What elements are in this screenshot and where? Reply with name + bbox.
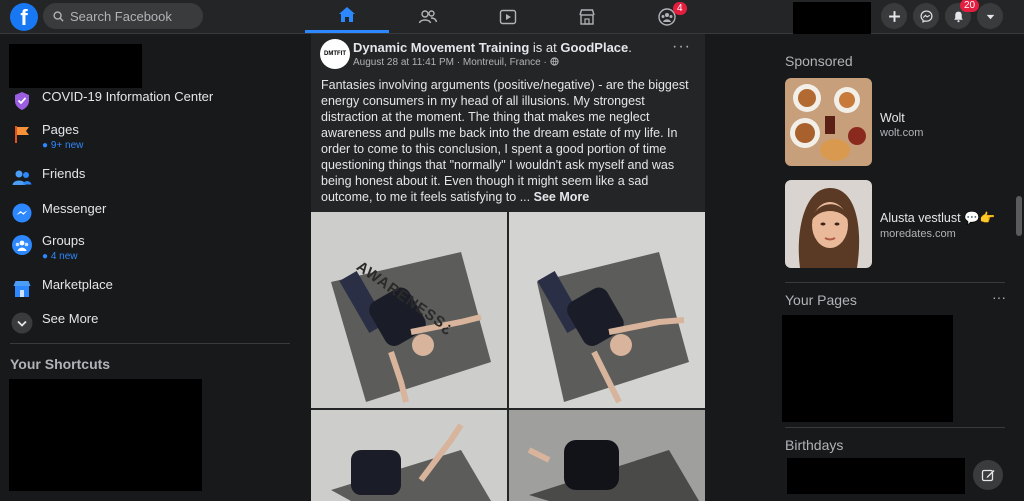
ad-image-wolt[interactable] <box>785 78 872 166</box>
left-divider <box>10 343 290 344</box>
feed-post: DMTFIT Dynamic Movement Training is at G… <box>311 34 705 501</box>
post-text: Fantasies involving arguments (positive/… <box>321 77 701 205</box>
new-count-text: 4 new <box>50 251 78 262</box>
post-author-avatar[interactable]: DMTFIT <box>320 39 350 69</box>
redacted-profile <box>793 2 871 34</box>
new-message-button[interactable] <box>973 460 1003 490</box>
redacted-birthdays <box>787 458 965 494</box>
covid-shield-icon <box>10 89 34 113</box>
tab-friends[interactable] <box>386 0 470 33</box>
notifications-button[interactable]: 20 <box>945 0 980 29</box>
post-photo-1[interactable]: AWARENESS¿ <box>311 212 507 408</box>
post-is-at: is at <box>532 40 557 55</box>
account-menu-button[interactable] <box>977 3 1003 29</box>
messenger-button[interactable] <box>913 3 939 29</box>
new-count-text: 9+ new <box>50 140 84 151</box>
friends-icon <box>418 9 438 23</box>
sidebar-item-label: COVID-19 Information Center <box>42 89 214 104</box>
person-lying-photo <box>311 410 507 501</box>
search-box[interactable] <box>43 3 203 29</box>
ad-url-wolt[interactable]: wolt.com <box>880 127 923 139</box>
person-lying-photo <box>509 410 705 501</box>
sidebar-item-label: Groups <box>42 233 85 248</box>
post-header: Dynamic Movement Training is at GoodPlac… <box>353 40 632 55</box>
search-icon <box>53 10 64 22</box>
post-photo-4[interactable] <box>509 410 705 501</box>
compose-icon <box>981 469 995 482</box>
tab-watch[interactable] <box>466 0 550 33</box>
sidebar-item-label: Marketplace <box>42 277 113 292</box>
post-photo-2[interactable] <box>509 212 705 408</box>
your-pages-title: Your Pages <box>785 292 857 308</box>
shortcuts-title: Your Shortcuts <box>10 356 111 372</box>
sidebar-item-see-more[interactable]: See More <box>10 311 98 335</box>
post-photo-3[interactable] <box>311 410 507 501</box>
messenger-icon <box>919 9 933 23</box>
post-author-name[interactable]: Dynamic Movement Training <box>353 40 529 55</box>
bell-icon <box>953 11 963 22</box>
create-button[interactable] <box>881 3 907 29</box>
post-period: . <box>628 40 632 55</box>
globe-icon <box>549 57 559 66</box>
person-lying-photo <box>509 212 705 408</box>
sidebar-item-marketplace[interactable]: Marketplace <box>10 277 113 301</box>
redacted-your-pages <box>782 315 953 422</box>
right-divider-2 <box>785 427 1005 428</box>
messenger-icon <box>10 201 34 225</box>
ad-url-moredates[interactable]: moredates.com <box>880 228 956 240</box>
plus-icon <box>888 10 900 22</box>
post-timestamp[interactable]: August 28 at 11:41 PM · Montreuil, Franc… <box>353 57 547 68</box>
tab-marketplace[interactable] <box>545 0 629 33</box>
marketplace-icon <box>10 277 34 301</box>
facebook-logo-icon[interactable]: f <box>10 3 38 31</box>
home-icon <box>339 7 355 22</box>
sidebar-item-pages[interactable]: Pages ● 9+ new <box>10 122 83 152</box>
sidebar-item-new-count: ● 9+ new <box>42 140 84 151</box>
ad-image-moredates[interactable] <box>785 180 872 268</box>
right-divider-1 <box>785 282 1005 283</box>
ad-title-moredates[interactable]: Alusta vestlust 💬👉 <box>880 211 995 226</box>
redacted-user-name <box>9 44 142 88</box>
top-bar: f 4 20 <box>0 0 1024 34</box>
woman-portrait-photo <box>785 180 872 268</box>
post-options-button[interactable]: ··· <box>672 38 691 56</box>
see-more-link[interactable]: See More <box>534 190 590 204</box>
sidebar-item-covid[interactable]: COVID-19 Information Center <box>10 89 213 113</box>
search-input[interactable] <box>70 8 200 24</box>
food-photo <box>785 78 872 166</box>
ad-title-wolt[interactable]: Wolt <box>880 111 905 125</box>
notifications-badge: 20 <box>960 0 980 12</box>
post-meta: August 28 at 11:41 PM · Montreuil, Franc… <box>353 57 559 68</box>
post-place[interactable]: GoodPlace <box>560 40 628 55</box>
sidebar-item-friends[interactable]: Friends <box>10 166 85 190</box>
tab-home[interactable] <box>305 0 389 33</box>
post-body: Fantasies involving arguments (positive/… <box>321 78 689 204</box>
watch-icon <box>499 9 517 24</box>
birthdays-title: Birthdays <box>785 437 844 453</box>
friends-icon <box>10 166 34 190</box>
sidebar-item-label: Friends <box>42 166 86 181</box>
sidebar-item-label: See More <box>42 311 99 326</box>
sidebar-item-label: Pages <box>42 122 79 137</box>
pages-flag-icon <box>10 122 34 146</box>
marketplace-icon <box>579 8 595 25</box>
sidebar-item-label: Messenger <box>42 201 107 216</box>
sidebar-item-groups[interactable]: Groups ● 4 new <box>10 233 85 263</box>
sidebar-item-new-count: ● 4 new <box>42 251 78 262</box>
your-pages-options-button[interactable]: ··· <box>992 289 1006 305</box>
sidebar-item-messenger[interactable]: Messenger <box>10 201 106 225</box>
groups-badge: 4 <box>673 2 687 15</box>
sponsored-title: Sponsored <box>785 53 853 69</box>
redacted-shortcuts <box>9 379 202 491</box>
page-scrollbar[interactable] <box>1016 196 1022 236</box>
groups-icon <box>10 233 34 257</box>
tab-groups[interactable]: 4 <box>625 0 709 33</box>
caret-down-icon <box>986 14 994 19</box>
chevron-down-icon <box>10 311 34 335</box>
